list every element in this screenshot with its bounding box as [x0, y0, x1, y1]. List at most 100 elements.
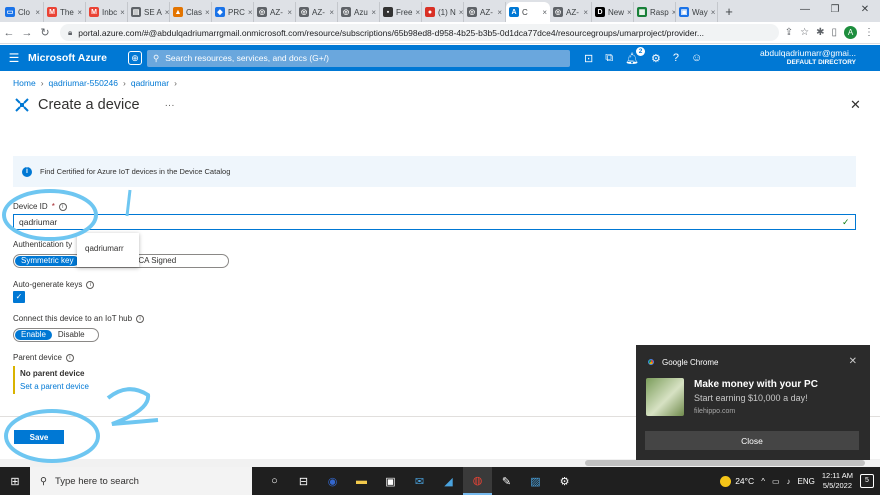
browser-tab[interactable]: A C ×	[506, 2, 550, 22]
new-tab-button[interactable]: +	[718, 2, 740, 22]
tab-close-icon[interactable]: ×	[415, 8, 420, 17]
minimize-icon[interactable]: —	[790, 0, 820, 22]
tab-close-icon[interactable]: ×	[287, 8, 292, 17]
file-explorer-icon[interactable]: ▬	[347, 467, 376, 495]
forward-arrow-icon[interactable]: →	[18, 27, 36, 39]
tab-close-icon[interactable]: ×	[711, 8, 716, 17]
share-icon[interactable]: ⇪	[785, 27, 793, 38]
info-banner[interactable]: i Find Certified for Azure IoT devices i…	[13, 156, 856, 187]
browser-tab[interactable]: ▦ Rasp ×	[634, 2, 676, 22]
tab-close-icon[interactable]: ×	[371, 8, 376, 17]
settings-gear-icon[interactable]: ⚙	[651, 52, 661, 65]
browser-tab[interactable]: ▪ Free ×	[380, 2, 422, 22]
language-indicator[interactable]: ENG	[798, 477, 815, 486]
app2-icon[interactable]: ✎	[492, 467, 521, 495]
browser-tab[interactable]: ◎ Azu ×	[338, 2, 380, 22]
url-field[interactable]: 🔒︎ portal.azure.com/#@abdulqadriumarrgma…	[60, 24, 779, 41]
autocomplete-dropdown[interactable]: qadriumarr	[77, 233, 139, 267]
toast-close-button[interactable]: Close	[645, 431, 859, 450]
connect-enable[interactable]: Enable	[15, 330, 52, 340]
browser-tab[interactable]: M The ×	[44, 2, 86, 22]
tab-close-icon[interactable]: ×	[165, 8, 169, 17]
tab-close-icon[interactable]: ×	[205, 8, 210, 17]
save-button[interactable]: Save	[14, 430, 64, 444]
autocomplete-suggestion[interactable]: qadriumarr	[85, 244, 124, 253]
sidebar-icon[interactable]: ▯	[831, 27, 837, 38]
weather-widget[interactable]: 24°C	[720, 475, 754, 487]
close-window-icon[interactable]: ✕	[850, 0, 880, 22]
app-icon[interactable]: ◢	[434, 467, 463, 495]
azure-brand[interactable]: Microsoft Azure	[28, 52, 128, 64]
task-view-icon[interactable]: ○	[260, 467, 289, 495]
chrome-notification-toast[interactable]: Google Chrome ✕ Make money with your PC …	[636, 345, 870, 460]
info-circle-icon[interactable]: i	[86, 280, 95, 289]
browser-tab[interactable]: ◎ AZ- ×	[296, 2, 338, 22]
browser-tab[interactable]: D New ×	[592, 2, 634, 22]
breadcrumb-home[interactable]: Home	[13, 78, 36, 88]
reload-icon[interactable]: ↻	[36, 26, 54, 39]
account-info[interactable]: abdulqadriumarr@gmai... DEFAULT DIRECTOR…	[760, 48, 880, 68]
directory-filter-icon[interactable]: ⧉	[605, 52, 613, 65]
photos-icon[interactable]: ▨	[521, 467, 550, 495]
browser-tab[interactable]: ● (1) N ×	[422, 2, 464, 22]
browser-tab[interactable]: ▭ Clo ×	[2, 2, 44, 22]
network-icon[interactable]: ▭	[772, 477, 780, 486]
edge-icon[interactable]: ◉	[318, 467, 347, 495]
bookmark-star-icon[interactable]: ☆	[800, 27, 809, 38]
volume-icon[interactable]: ♪	[787, 477, 791, 486]
browser-tab[interactable]: ▣ Way ×	[676, 2, 718, 22]
tray-chevron-icon[interactable]: ^	[761, 477, 765, 486]
clock[interactable]: 12:11 AM 5/5/2022	[822, 471, 853, 491]
breadcrumb-hub[interactable]: qadriumar-550246	[49, 78, 118, 88]
global-search-input[interactable]: ⚲ Search resources, services, and docs (…	[147, 49, 570, 67]
browser-tab[interactable]: ▤ SE A ×	[128, 2, 170, 22]
help-icon[interactable]: ?	[673, 52, 679, 64]
scrollbar-thumb[interactable]	[585, 460, 865, 466]
upgrade-icon[interactable]: ⊕	[128, 51, 142, 65]
device-id-input[interactable]	[13, 214, 856, 230]
tab-close-icon[interactable]: ×	[77, 8, 82, 17]
connect-disable[interactable]: Disable	[52, 330, 91, 340]
extensions-icon[interactable]: ✱	[816, 27, 824, 38]
notifications-bell-icon[interactable]: 🔔︎ 2	[625, 46, 646, 65]
widgets-icon[interactable]: ⊟	[289, 467, 318, 495]
action-center-icon[interactable]: 5	[860, 474, 874, 488]
browser-menu-icon[interactable]: ⋮	[864, 27, 874, 38]
browser-tab[interactable]: ◆ PRC ×	[212, 2, 254, 22]
close-blade-icon[interactable]: ✕	[850, 97, 861, 113]
browser-tab[interactable]: ◎ AZ- ×	[550, 2, 592, 22]
tab-close-icon[interactable]: ×	[248, 8, 253, 17]
more-options-icon[interactable]: ···	[165, 100, 175, 111]
auth-option-symmetric[interactable]: Symmetric key	[15, 256, 80, 266]
breadcrumb-device[interactable]: qadriumar	[131, 78, 169, 88]
tab-close-icon[interactable]: ×	[542, 8, 547, 17]
toast-close-icon[interactable]: ✕	[849, 356, 857, 367]
browser-tab[interactable]: ◎ AZ- ×	[464, 2, 506, 22]
browser-tab[interactable]: ▲ Clas ×	[170, 2, 212, 22]
horizontal-scrollbar[interactable]	[0, 459, 880, 467]
store-icon[interactable]: ▣	[376, 467, 405, 495]
feedback-icon[interactable]: ☺	[691, 52, 702, 64]
back-arrow-icon[interactable]: ←	[0, 27, 18, 39]
profile-avatar[interactable]: A	[844, 26, 857, 39]
browser-tab[interactable]: ◎ AZ- ×	[254, 2, 296, 22]
set-parent-link[interactable]: Set a parent device	[20, 382, 89, 391]
maximize-icon[interactable]: ❐	[820, 0, 850, 22]
browser-tab[interactable]: M Inbc ×	[86, 2, 128, 22]
settings-taskbar-icon[interactable]: ⚙	[550, 467, 579, 495]
tab-close-icon[interactable]: ×	[627, 8, 632, 17]
tab-close-icon[interactable]: ×	[329, 8, 334, 17]
cloud-shell-icon[interactable]: ⊡	[584, 52, 593, 65]
chrome-taskbar-icon[interactable]: ◍	[463, 467, 492, 495]
tab-close-icon[interactable]: ×	[583, 8, 588, 17]
tab-close-icon[interactable]: ×	[35, 8, 40, 17]
windows-start-icon[interactable]: ⊞	[0, 475, 30, 488]
tab-close-icon[interactable]: ×	[120, 8, 125, 17]
info-circle-icon[interactable]: i	[65, 353, 74, 362]
hamburger-menu-icon[interactable]: ☰	[0, 51, 28, 65]
auto-keys-checkbox[interactable]: ✓	[13, 291, 25, 303]
mail-icon[interactable]: ✉	[405, 467, 434, 495]
info-circle-icon[interactable]: i	[58, 202, 67, 211]
tab-close-icon[interactable]: ×	[497, 8, 502, 17]
info-circle-icon[interactable]: i	[136, 314, 145, 323]
